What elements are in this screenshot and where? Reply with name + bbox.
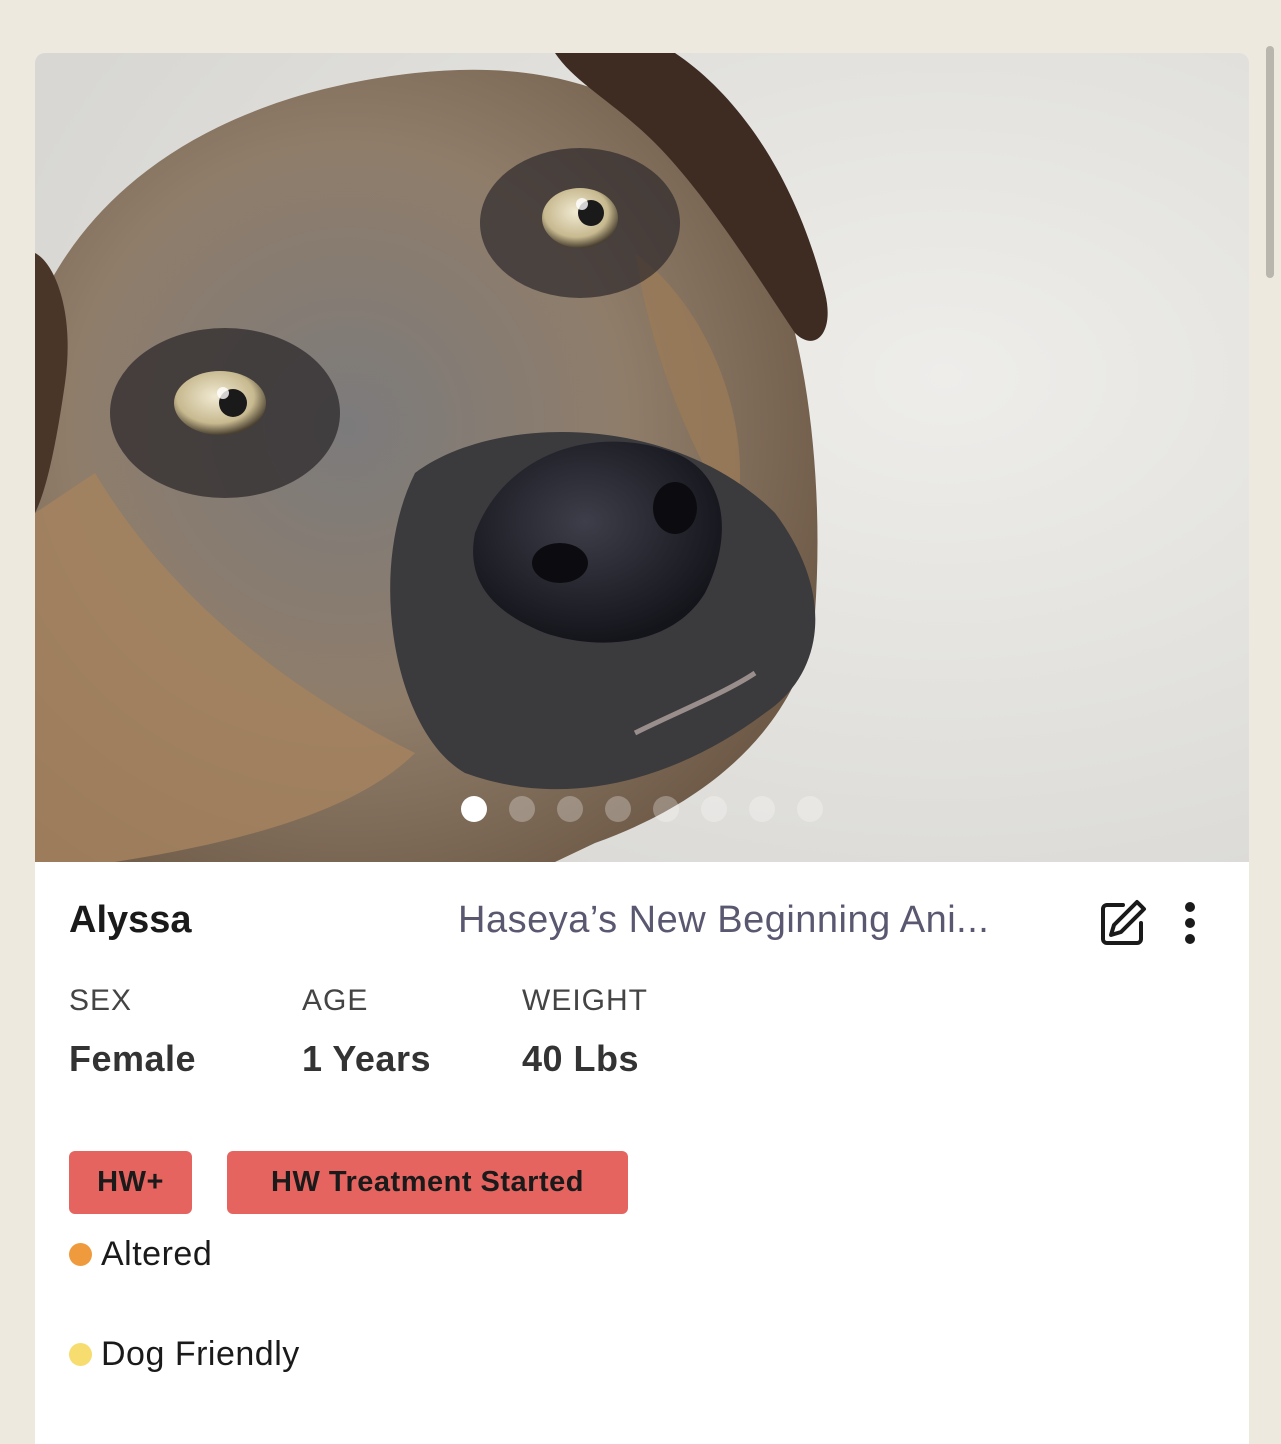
dog-photo-illustration [35,53,1249,862]
pet-photo[interactable] [35,53,1249,862]
edit-button[interactable] [1097,897,1149,949]
stat-value: Female [69,1038,197,1079]
trait-label: Altered [101,1235,213,1273]
pagination-dot[interactable] [509,796,535,822]
pet-card: Alyssa Haseya’s New Beginning Ani... SEX… [35,53,1249,1444]
stat-label: WEIGHT [522,984,648,1017]
pagination-dot[interactable] [797,796,823,822]
status-dot-icon [69,1243,92,1266]
more-options-button[interactable] [1175,897,1205,949]
scrollbar[interactable] [1266,46,1274,278]
organization-name[interactable]: Haseya’s New Beginning Ani... [458,899,1038,942]
tag-hw-treatment: HW Treatment Started [227,1151,628,1214]
tag-hw-positive: HW+ [69,1151,192,1214]
pagination-dot[interactable] [605,796,631,822]
pagination-dot[interactable] [461,796,487,822]
stat-sex: SEX Female [69,983,196,1079]
stat-age: AGE 1 Years [302,983,431,1079]
stat-value: 40 Lbs [522,1038,640,1079]
stat-label: AGE [302,984,369,1017]
stat-weight: WEIGHT 40 Lbs [522,983,648,1079]
edit-icon [1101,900,1146,945]
stat-value: 1 Years [302,1038,431,1079]
pagination-dot[interactable] [701,796,727,822]
pagination-dot[interactable] [653,796,679,822]
pet-name: Alyssa [69,899,192,941]
pagination-dot[interactable] [749,796,775,822]
stat-label: SEX [69,984,133,1017]
trait-label: Dog Friendly [101,1335,300,1373]
more-vertical-icon [1185,902,1195,944]
trait-altered: Altered [69,1235,212,1274]
photo-pagination [461,796,823,822]
pagination-dot[interactable] [557,796,583,822]
trait-dog-friendly: Dog Friendly [69,1335,300,1374]
status-dot-icon [69,1343,92,1366]
